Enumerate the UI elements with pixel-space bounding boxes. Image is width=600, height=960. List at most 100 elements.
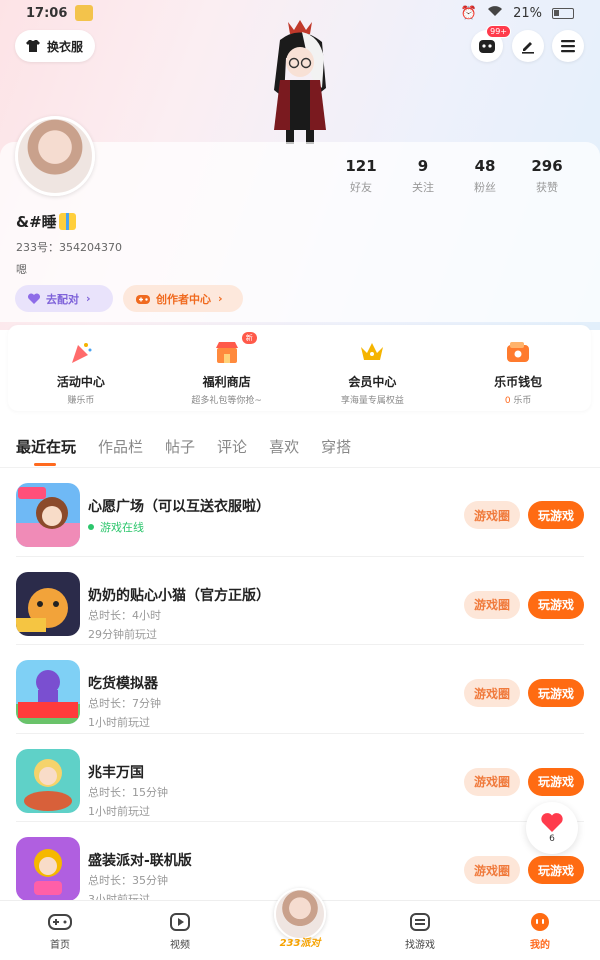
game-duration: 总时长：4小时 xyxy=(88,608,161,622)
game-circle-button[interactable]: 游戏圈 xyxy=(464,679,520,707)
game-title: 心愿广场（可以互送衣服啦） xyxy=(88,499,270,515)
tab-comments[interactable]: 评论 xyxy=(217,436,247,466)
game-last-played: 1小时前玩过 xyxy=(88,804,150,818)
play-game-button[interactable]: 玩游戏 xyxy=(528,856,584,884)
heart-icon xyxy=(541,813,563,832)
play-game-button[interactable]: 玩游戏 xyxy=(528,590,584,619)
play-game-button[interactable]: 玩游戏 xyxy=(528,767,584,796)
stat-fans[interactable]: 48 粉丝 xyxy=(454,157,516,195)
recent-games-list: 心愿广场（可以互送衣服啦） 游戏在线 游戏圈 玩游戏 奶奶的贴心小猫（官方正版）… xyxy=(0,468,600,911)
game-duration: 总时长：15分钟 xyxy=(88,785,168,799)
floating-like-button[interactable]: 6 xyxy=(526,802,578,854)
stat-following[interactable]: 9 关注 xyxy=(392,157,454,195)
service-activity-center[interactable]: 活动中心 赚乐币 xyxy=(8,325,154,411)
gamepad-icon xyxy=(136,294,150,304)
coin-unit: 乐币 xyxy=(513,396,532,406)
stat-label: 好友 xyxy=(350,181,372,194)
coin-balance: 0 xyxy=(504,396,511,406)
game-title: 兆丰万国 xyxy=(88,764,144,781)
gamepad-icon xyxy=(48,914,72,930)
game-title: 盛装派对-联机版 xyxy=(88,853,192,869)
nav-mine[interactable]: 我的 xyxy=(480,901,600,960)
play-game-button[interactable]: 玩游戏 xyxy=(528,679,584,707)
tab-posts[interactable]: 帖子 xyxy=(165,436,195,466)
play-game-button[interactable]: 玩游戏 xyxy=(528,501,584,529)
game-last-played: 29分钟前玩过 xyxy=(88,627,157,641)
service-title: 福利商店 xyxy=(202,375,251,389)
game-row[interactable]: 兆丰万国 总时长：15分钟 1小时前玩过 游戏圈 玩游戏 xyxy=(16,734,584,822)
online-status: 游戏在线 xyxy=(88,519,144,535)
chevron-right-icon: › xyxy=(218,292,223,305)
list-icon xyxy=(410,913,430,931)
game-title: 奶奶的贴心小猫（官方正版） xyxy=(88,587,270,604)
stat-value: 121 xyxy=(345,157,377,175)
robot-icon xyxy=(479,40,495,53)
stat-value: 48 xyxy=(474,157,496,175)
game-circle-button[interactable]: 游戏圈 xyxy=(464,501,520,529)
online-dot-icon xyxy=(88,524,94,530)
nav-find-games[interactable]: 找游戏 xyxy=(360,901,480,960)
game-last-played: 1小时前玩过 xyxy=(88,716,150,729)
nav-label: 我的 xyxy=(530,940,550,951)
game-duration: 总时长：35分钟 xyxy=(88,874,168,887)
service-welfare-shop[interactable]: 新 福利商店 超多礼包等你抢~ xyxy=(154,325,300,411)
game-thumbnail xyxy=(16,571,80,636)
party-avatar-button[interactable] xyxy=(274,888,326,940)
nav-home[interactable]: 首页 xyxy=(0,901,120,960)
stat-friends[interactable]: 121 好友 xyxy=(330,157,392,195)
match-button[interactable]: 去配对 › xyxy=(15,285,113,312)
user-id: 233号：354204370 xyxy=(16,241,122,254)
party-logo[interactable]: 233派对 xyxy=(275,934,325,949)
like-count: 6 xyxy=(549,834,555,844)
service-member-center[interactable]: 会员中心 享海量专属权益 xyxy=(300,325,446,411)
stat-likes[interactable]: 296 获赞 xyxy=(516,157,578,195)
hamburger-icon xyxy=(561,40,575,53)
game-row[interactable]: 奶奶的贴心小猫（官方正版） 总时长：4小时 29分钟前玩过 游戏圈 玩游戏 xyxy=(16,557,584,645)
play-icon xyxy=(170,913,190,931)
nav-label: 首页 xyxy=(50,940,70,951)
shop-icon xyxy=(215,342,238,363)
stat-label: 关注 xyxy=(412,181,434,194)
dress-up-button[interactable]: 换衣服 xyxy=(15,30,96,62)
stat-value: 9 xyxy=(417,157,429,175)
stat-value: 296 xyxy=(531,157,563,175)
tab-works[interactable]: 作品栏 xyxy=(98,436,143,466)
tab-outfits[interactable]: 穿搭 xyxy=(321,436,351,466)
message-button[interactable]: 99+ xyxy=(471,25,511,62)
nav-label: 视频 xyxy=(170,940,190,951)
service-title: 乐币钱包 xyxy=(494,375,543,389)
signature: 嗯 xyxy=(16,263,27,276)
status-time: 17:06 xyxy=(26,5,68,21)
services-panel: 活动中心 赚乐币 新 福利商店 超多礼包等你抢~ 会员中心 享海量专属权益 乐币… xyxy=(8,325,591,411)
creator-center-button[interactable]: 创作者中心 › xyxy=(123,285,243,312)
tab-likes[interactable]: 喜欢 xyxy=(269,436,299,466)
game-thumbnail xyxy=(16,483,80,547)
service-subtitle: 超多礼包等你抢~ xyxy=(191,396,262,406)
face-icon xyxy=(531,913,549,931)
game-thumbnail xyxy=(16,660,80,724)
game-circle-button[interactable]: 游戏圈 xyxy=(464,767,520,796)
game-duration: 总时长：7分钟 xyxy=(88,697,161,710)
app-notification-icon xyxy=(75,5,94,21)
nav-video[interactable]: 视频 xyxy=(120,901,240,960)
profile-tabs: 最近在玩 作品栏 帖子 评论 喜欢 穿搭 xyxy=(0,424,600,468)
crown-icon xyxy=(361,343,384,360)
game-title: 吃货模拟器 xyxy=(88,676,158,692)
game-circle-button[interactable]: 游戏圈 xyxy=(464,856,520,884)
avatar-character-figure[interactable] xyxy=(250,18,350,148)
pencil-icon xyxy=(522,42,534,54)
game-row[interactable]: 心愿广场（可以互送衣服啦） 游戏在线 游戏圈 玩游戏 xyxy=(16,468,584,557)
game-circle-button[interactable]: 游戏圈 xyxy=(464,590,520,619)
tab-recently-played[interactable]: 最近在玩 xyxy=(16,436,76,466)
wallet-icon xyxy=(507,342,530,362)
service-title: 会员中心 xyxy=(348,375,397,389)
chevron-right-icon: › xyxy=(86,292,91,305)
user-avatar[interactable] xyxy=(15,116,95,196)
game-thumbnail xyxy=(16,837,80,901)
stat-label: 粉丝 xyxy=(474,181,496,194)
menu-button[interactable] xyxy=(552,30,584,62)
game-row[interactable]: 吃货模拟器 总时长：7分钟 1小时前玩过 游戏圈 玩游戏 xyxy=(16,645,584,734)
online-text: 游戏在线 xyxy=(100,521,144,534)
edit-profile-button[interactable] xyxy=(512,30,544,62)
service-coin-wallet[interactable]: 乐币钱包 0 乐币 xyxy=(445,325,591,411)
